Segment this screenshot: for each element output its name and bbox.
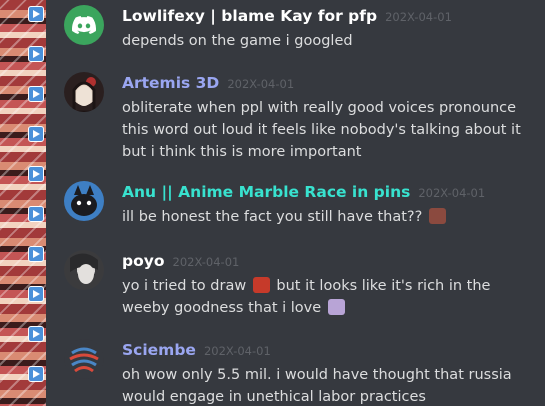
custom-emoji-icon[interactable] <box>252 277 270 293</box>
timestamp: 202X-04-01 <box>203 344 271 358</box>
artemis-avatar[interactable] <box>64 72 104 112</box>
custom-emoji-icon[interactable] <box>428 208 446 224</box>
timestamp: 202X-04-01 <box>227 77 295 91</box>
message-text: ill be honest the fact you still have th… <box>122 209 423 225</box>
message-text: yo i tried to draw <box>122 278 247 294</box>
poyo-avatar[interactable] <box>64 250 104 290</box>
arrow-icon <box>28 86 44 102</box>
arrow-icon <box>28 46 44 62</box>
arrow-icon <box>28 246 44 262</box>
arrow-icon <box>28 326 44 342</box>
username[interactable]: Anu || Anime Marble Race in pins <box>122 182 410 202</box>
arrow-icon <box>28 126 44 142</box>
timestamp: 202X-04-01 <box>172 255 240 269</box>
arrow-icon <box>28 6 44 22</box>
arrow-icon <box>28 366 44 382</box>
arrow-icon <box>28 166 44 182</box>
username[interactable]: poyo <box>122 251 165 271</box>
message-content: depends on the game i googled <box>122 33 353 49</box>
message-content: yo i tried to draw but it looks like it'… <box>122 275 535 319</box>
username[interactable]: Artemis 3D <box>122 73 219 93</box>
anu-avatar[interactable] <box>64 181 104 221</box>
sciembe-avatar[interactable] <box>64 339 104 379</box>
timestamp: 202X-04-01 <box>385 10 452 24</box>
username[interactable]: Lowlifexy | blame Kay for pfp <box>122 6 377 26</box>
arrow-icon <box>28 286 44 302</box>
chat-message-list: Lowlifexy | blame Kay for pfp 202X-04-01… <box>46 0 545 406</box>
discord-logo-icon[interactable] <box>64 5 104 45</box>
timestamp: 202X-04-01 <box>418 186 486 200</box>
custom-emoji-icon[interactable] <box>327 299 345 315</box>
message-content: obliterate when ppl with really good voi… <box>122 100 521 160</box>
arrow-icon <box>28 206 44 222</box>
message-content: oh wow only 5.5 mil. i would have though… <box>122 367 512 405</box>
username[interactable]: Sciembe <box>122 340 196 360</box>
decorative-side-strip <box>0 0 46 406</box>
message-content: ill be honest the fact you still have th… <box>122 206 535 228</box>
